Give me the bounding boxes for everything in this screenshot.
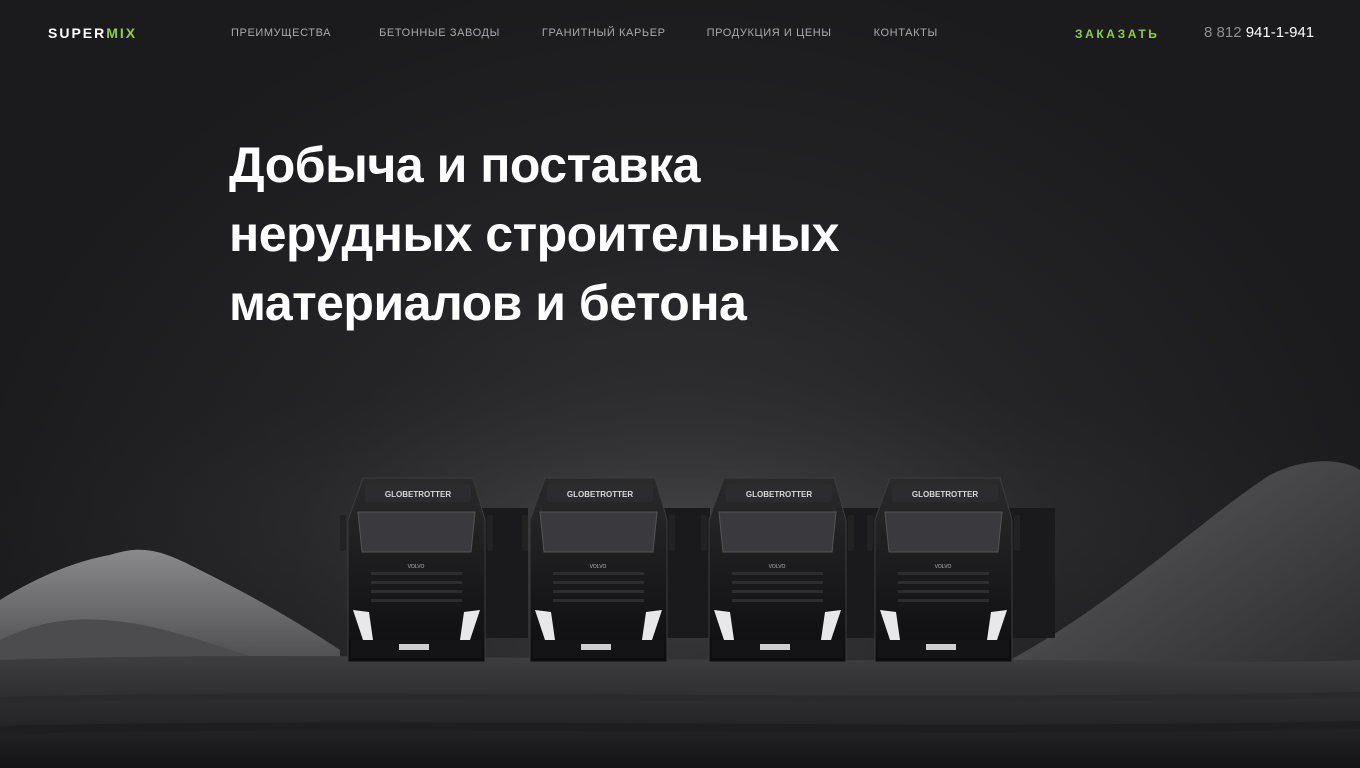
landing-page: GLOBETROTTER VOLVO GLOBETROTTER VOLVO GLOBET… (0, 0, 1360, 768)
site-header: SUPERMIX ПРЕИМУЩЕСТВА БЕТОННЫЕ ЗАВОДЫ ГР… (0, 0, 1360, 66)
truck-grille-bar (553, 590, 644, 593)
truck-grille-bar (898, 590, 989, 593)
truck-brand-label: VOLVO (769, 564, 786, 570)
truck: GLOBETROTTER VOLVO (867, 477, 1055, 663)
truck-mirror (848, 515, 854, 551)
truck: GLOBETROTTER VOLVO (522, 477, 710, 663)
nav-item-granite-quarry[interactable]: ГРАНИТНЫЙ КАРЬЕР (542, 27, 666, 39)
truck-brand-label: VOLVO (590, 564, 607, 570)
logo[interactable]: SUPERMIX (48, 25, 137, 41)
truck-grille-bar (371, 590, 462, 593)
trucks-illustration: GLOBETROTTERVOLVOGLOBETROTTERVOLVOGLOBET… (340, 477, 1055, 663)
truck: GLOBETROTTER VOLVO (701, 477, 889, 663)
truck-windshield (357, 511, 476, 553)
truck-grille-bar (553, 581, 644, 584)
truck-plate (760, 644, 790, 650)
nav-item-products-prices[interactable]: ПРОДУКЦИЯ И ЦЕНЫ (707, 27, 832, 39)
truck-mirror (701, 515, 707, 551)
truck-grille-bar (371, 572, 462, 575)
truck-visor-label: GLOBETROTTER (385, 490, 451, 499)
truck-grille-bar (553, 599, 644, 602)
order-button[interactable]: ЗАКАЗАТЬ (1075, 27, 1160, 41)
phone-link[interactable]: 8 812 941-1-941 (1204, 24, 1314, 41)
truck-grille-bar (732, 590, 823, 593)
truck-plate (926, 644, 956, 650)
truck-grille-bar (371, 581, 462, 584)
hero-title-line-3: материалов и бетона (229, 275, 747, 331)
truck-brand-label: VOLVO (408, 564, 425, 570)
truck-visor-label: GLOBETROTTER (912, 490, 978, 499)
truck-mirror (867, 515, 873, 551)
truck-mirror (340, 515, 346, 551)
truck-brand-label: VOLVO (935, 564, 952, 570)
truck-grille-bar (732, 599, 823, 602)
truck-windshield (884, 511, 1003, 553)
truck-windshield (539, 511, 658, 553)
truck-grille-bar (732, 572, 823, 575)
truck-mirror (1014, 515, 1020, 551)
hero-title: Добыча и поставка нерудных строительных … (229, 131, 929, 338)
truck-grille-bar (898, 572, 989, 575)
truck-visor-label: GLOBETROTTER (746, 490, 812, 499)
nav-item-contacts[interactable]: КОНТАКТЫ (874, 27, 938, 39)
truck-windshield (718, 511, 837, 553)
logo-part-green: MIX (106, 25, 138, 41)
truck-grille-bar (898, 581, 989, 584)
truck-plate (581, 644, 611, 650)
phone-number: 941-1-941 (1245, 24, 1315, 41)
hero-title-line-1: Добыча и поставка (229, 137, 700, 193)
nav-item-advantages[interactable]: ПРЕИМУЩЕСТВА (231, 27, 331, 39)
hero-title-line-2: нерудных строительных (229, 206, 839, 262)
truck-visor-label: GLOBETROTTER (567, 490, 633, 499)
truck: GLOBETROTTER VOLVO (340, 477, 528, 663)
truck-grille-bar (732, 581, 823, 584)
truck-plate (399, 644, 429, 650)
phone-code: 8 812 (1204, 24, 1242, 41)
truck-mirror (669, 515, 675, 551)
truck-grille-bar (371, 599, 462, 602)
main-nav: ПРЕИМУЩЕСТВА БЕТОННЫЕ ЗАВОДЫ ГРАНИТНЫЙ К… (231, 27, 938, 39)
nav-item-concrete-plants[interactable]: БЕТОННЫЕ ЗАВОДЫ (379, 27, 500, 39)
truck-grille-bar (898, 599, 989, 602)
truck-mirror (522, 515, 528, 551)
truck-grille-bar (553, 572, 644, 575)
truck-mirror (487, 515, 493, 551)
logo-part-white: SUPER (48, 25, 107, 41)
